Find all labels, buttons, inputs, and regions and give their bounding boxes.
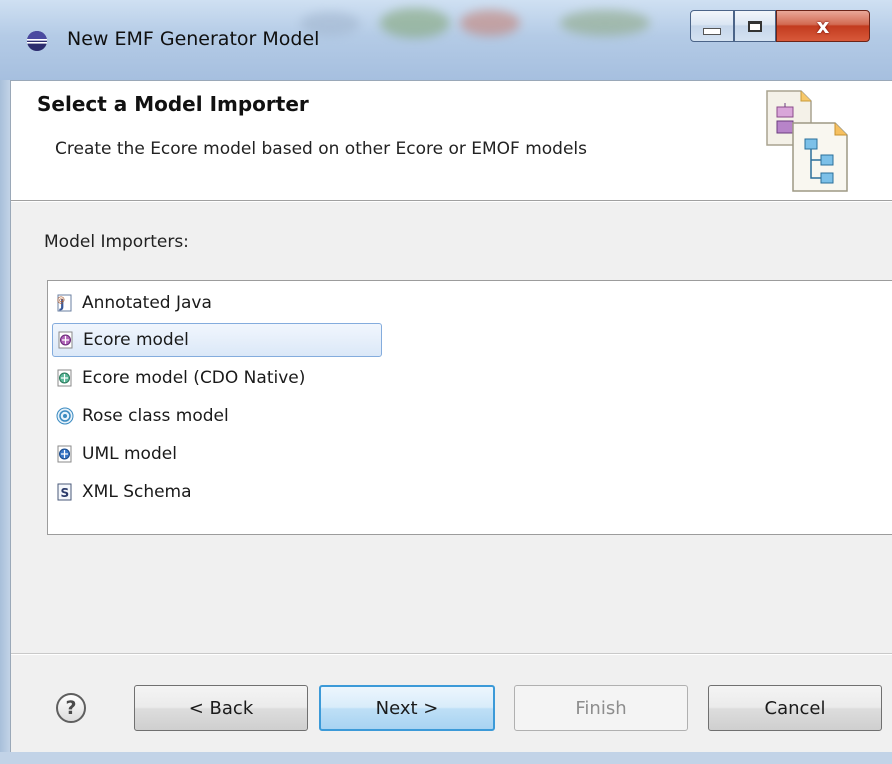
maximize-icon (748, 20, 762, 32)
window-frame-bottom (0, 752, 892, 764)
title-bar-decoration (380, 8, 450, 38)
close-button[interactable]: x (776, 10, 870, 42)
list-item-ecore-model[interactable]: Ecore model (52, 323, 382, 357)
button-bar-separator-highlight (11, 654, 892, 655)
page-title: Select a Model Importer (37, 92, 309, 116)
finish-button: Finish (514, 685, 688, 731)
list-item-label: UML model (82, 444, 177, 464)
list-item-ecore-cdo[interactable]: Ecore model (CDO Native) (52, 361, 305, 395)
minimize-button[interactable] (690, 10, 734, 42)
cancel-button[interactable]: Cancel (708, 685, 882, 731)
svg-text:S: S (61, 486, 70, 500)
help-button[interactable]: ? (56, 693, 86, 723)
uml-model-icon (57, 445, 72, 463)
model-import-wizard-icon (766, 90, 848, 192)
model-importers-list[interactable]: J @ Annotated Java Ecore model Ecore mod… (47, 280, 892, 535)
ecore-cdo-icon (57, 369, 72, 387)
window-title: New EMF Generator Model (67, 28, 320, 50)
maximize-button[interactable] (734, 10, 776, 42)
list-item-label: Rose class model (82, 406, 229, 426)
xml-schema-icon: S (57, 483, 72, 501)
model-importers-label: Model Importers: (44, 232, 189, 252)
rose-model-icon (56, 407, 74, 425)
banner-separator (11, 201, 892, 202)
page-description: Create the Ecore model based on other Ec… (55, 139, 588, 159)
title-bar-decoration (560, 10, 650, 36)
window-title-bar[interactable]: New EMF Generator Model x (0, 0, 892, 80)
list-item-label: Annotated Java (82, 293, 212, 313)
list-item-label: XML Schema (82, 482, 192, 502)
back-button[interactable]: < Back (134, 685, 308, 731)
wizard-dialog: Select a Model Importer Create the Ecore… (10, 80, 892, 752)
window-frame-left (0, 80, 10, 764)
list-item-label: Ecore model (83, 330, 189, 350)
svg-text:@: @ (57, 295, 65, 304)
list-item-uml-model[interactable]: UML model (52, 437, 177, 471)
list-item-rose-model[interactable]: Rose class model (52, 399, 229, 433)
minimize-icon (703, 27, 721, 35)
help-icon: ? (65, 697, 77, 719)
list-item-annotated-java[interactable]: J @ Annotated Java (52, 286, 212, 320)
ecore-model-icon (58, 331, 73, 349)
close-icon: x (816, 14, 830, 38)
next-button[interactable]: Next > (319, 685, 495, 731)
annotated-java-icon: J @ (57, 294, 72, 312)
list-item-label: Ecore model (CDO Native) (82, 368, 306, 388)
title-bar-decoration (460, 10, 520, 36)
list-item-xml-schema[interactable]: S XML Schema (52, 475, 192, 509)
eclipse-icon (27, 31, 47, 51)
wizard-banner: Select a Model Importer Create the Ecore… (11, 81, 892, 201)
